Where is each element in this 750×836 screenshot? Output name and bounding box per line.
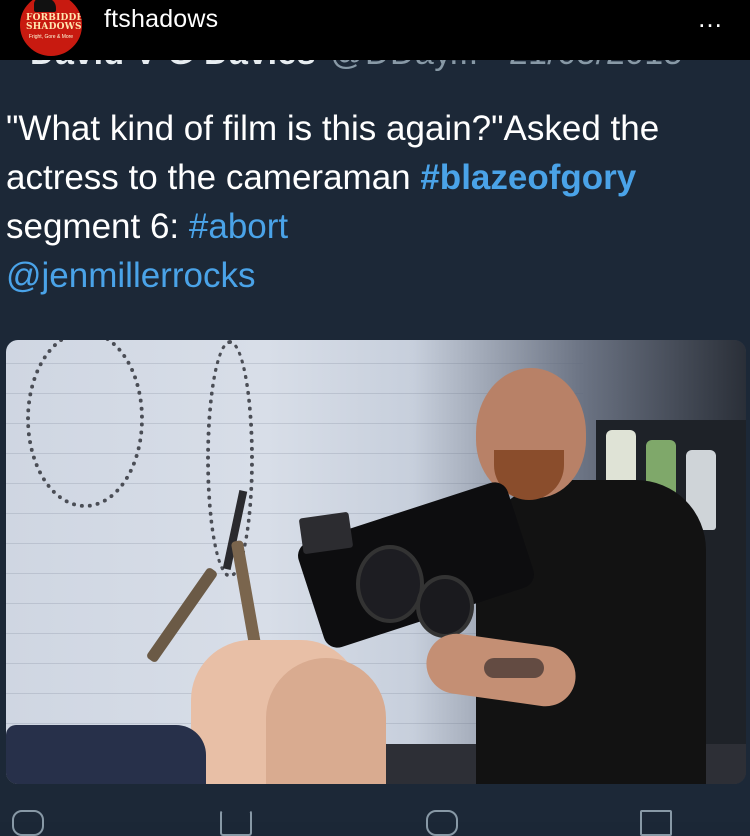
tweet-text-part2: segment 6: — [6, 207, 189, 246]
retweet-icon[interactable] — [220, 810, 252, 836]
tweet-actions-row — [0, 804, 750, 836]
mention-jenmillerrocks[interactable]: @jenmillerrocks — [6, 256, 255, 295]
share-icon[interactable] — [640, 810, 672, 836]
photo-arm-tattoo — [484, 658, 544, 678]
like-icon[interactable] — [426, 810, 458, 836]
photo-legs-shadow — [266, 658, 386, 784]
tweet-body: "What kind of film is this again?"Asked … — [6, 104, 746, 300]
username[interactable]: ftshadows — [104, 5, 218, 34]
hashtag-blazeofgory[interactable]: #blazeofgory — [420, 158, 636, 197]
photo-camera-lens — [416, 575, 474, 638]
avatar-logo-figure — [34, 0, 56, 12]
reply-icon[interactable] — [12, 810, 44, 836]
post-header: FORBIDDEN SHADOWS Fright, Gore & More ft… — [0, 0, 750, 60]
tweet-photo[interactable] — [6, 340, 746, 784]
avatar-logo-text: FORBIDDEN SHADOWS — [26, 13, 84, 32]
photo-camera-monitor — [298, 511, 354, 555]
profile-avatar[interactable]: FORBIDDEN SHADOWS Fright, Gore & More — [18, 0, 84, 58]
avatar-logo-subtext: Fright, Gore & More — [28, 34, 74, 40]
hashtag-abort[interactable]: #abort — [189, 207, 288, 246]
photo-jeans — [6, 725, 206, 784]
more-options-icon[interactable]: … — [697, 3, 724, 34]
photo-camera-lens — [356, 545, 424, 623]
tweet-card: David V G Davies@DDay...21/05/2015 "What… — [0, 34, 750, 822]
